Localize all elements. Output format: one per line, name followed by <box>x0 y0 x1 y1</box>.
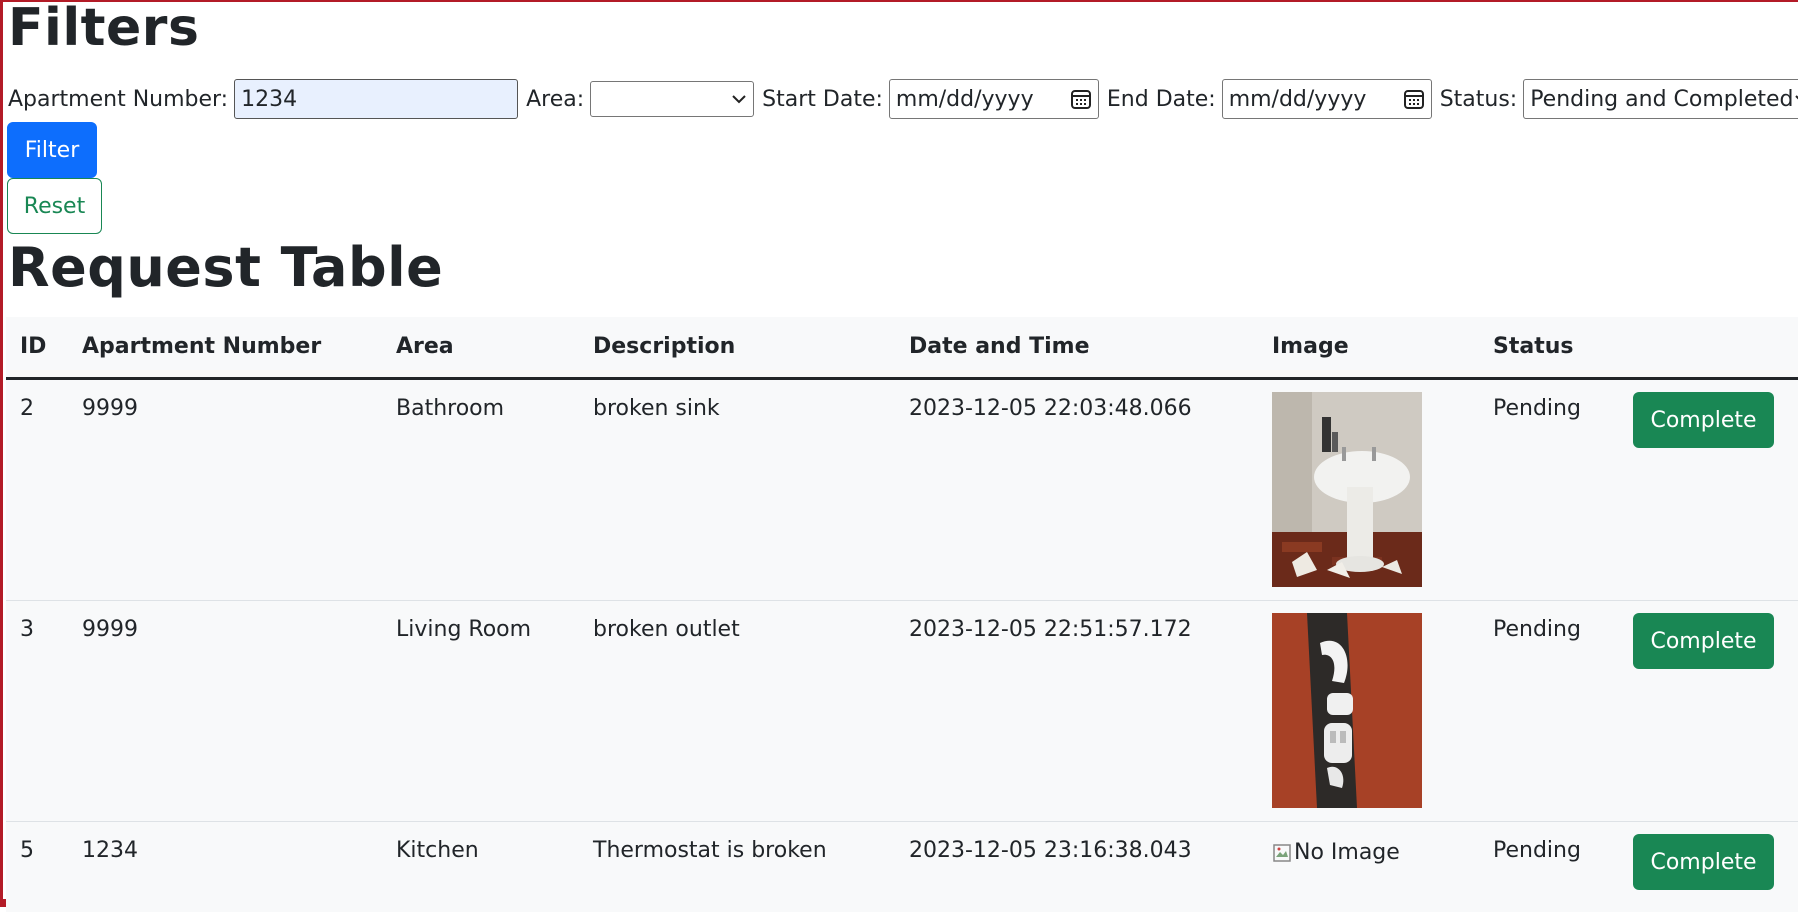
cell-area: Bathroom <box>396 396 505 421</box>
cell-description: broken sink <box>593 396 720 421</box>
cell-apartment-number: 9999 <box>82 396 138 421</box>
status-label: Status: <box>1439 86 1518 112</box>
table-row: 5 1234 Kitchen Thermostat is broken 2023… <box>6 822 1798 912</box>
cell-status: Pending <box>1493 838 1581 863</box>
column-header-image: Image <box>1272 334 1349 359</box>
complete-button[interactable]: Complete <box>1633 613 1774 669</box>
cell-area: Kitchen <box>396 838 479 863</box>
chevron-down-icon <box>731 89 747 110</box>
cell-apartment-number: 9999 <box>82 617 138 642</box>
end-date-placeholder: mm/dd/yyyy <box>1228 86 1367 112</box>
no-image-placeholder: No Image <box>1272 840 1400 865</box>
area-label: Area: <box>526 86 585 112</box>
table-row: 2 9999 Bathroom broken sink 2023-12-05 2… <box>6 380 1798 601</box>
table-row: 3 9999 Living Room broken outlet 2023-12… <box>6 601 1798 822</box>
cell-id: 3 <box>20 617 34 642</box>
end-date-label: End Date: <box>1106 86 1216 112</box>
complete-button[interactable]: Complete <box>1633 834 1774 890</box>
complete-button[interactable]: Complete <box>1633 392 1774 448</box>
start-date-placeholder: mm/dd/yyyy <box>895 86 1034 112</box>
start-date-label: Start Date: <box>762 86 883 112</box>
broken-outlet-photo <box>1272 613 1422 808</box>
status-select-value: Pending and Completed <box>1530 86 1794 112</box>
end-date-input[interactable]: mm/dd/yyyy <box>1221 79 1432 119</box>
column-header-date-and-time: Date and Time <box>909 334 1090 359</box>
column-header-description: Description <box>593 334 736 359</box>
column-header-status: Status <box>1493 334 1574 359</box>
broken-sink-photo <box>1272 392 1422 587</box>
cell-status: Pending <box>1493 617 1581 642</box>
filter-button[interactable]: Filter <box>7 122 97 178</box>
status-select[interactable]: Pending and Completed <box>1523 79 1798 119</box>
table-header: ID Apartment Number Area Description Dat… <box>6 317 1798 380</box>
cell-status: Pending <box>1493 396 1581 421</box>
cell-id: 5 <box>20 838 34 863</box>
cell-date-time: 2023-12-05 22:51:57.172 <box>909 617 1192 642</box>
filters-heading: Filters <box>8 0 200 58</box>
apartment-number-input[interactable]: 1234 <box>234 79 519 119</box>
column-header-id: ID <box>20 334 47 359</box>
column-header-area: Area <box>396 334 454 359</box>
request-table: ID Apartment Number Area Description Dat… <box>6 317 1798 912</box>
cell-description: Thermostat is broken <box>593 838 827 863</box>
cell-area: Living Room <box>396 617 532 642</box>
cell-date-time: 2023-12-05 22:03:48.066 <box>909 396 1192 421</box>
column-header-apartment-number: Apartment Number <box>82 334 322 359</box>
filter-bar: Apartment Number: 1234 Area: Start Date:… <box>8 76 1798 122</box>
area-select[interactable] <box>590 81 755 117</box>
chevron-down-icon <box>1794 89 1798 110</box>
cell-description: broken outlet <box>593 617 740 642</box>
broken-image-icon <box>1273 843 1291 862</box>
cell-date-time: 2023-12-05 23:16:38.043 <box>909 838 1192 863</box>
calendar-icon[interactable] <box>1403 88 1425 110</box>
no-image-text: No Image <box>1294 840 1400 865</box>
reset-button[interactable]: Reset <box>7 178 102 234</box>
request-table-heading: Request Table <box>8 236 444 299</box>
apartment-number-label: Apartment Number: <box>8 86 229 112</box>
calendar-icon[interactable] <box>1070 88 1092 110</box>
cell-id: 2 <box>20 396 34 421</box>
cell-apartment-number: 1234 <box>82 838 138 863</box>
start-date-input[interactable]: mm/dd/yyyy <box>888 79 1099 119</box>
